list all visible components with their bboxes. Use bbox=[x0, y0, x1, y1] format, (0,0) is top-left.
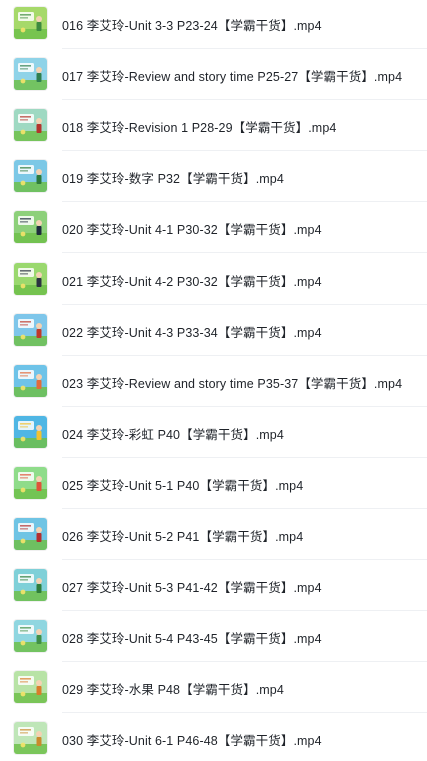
file-name: 018 李艾玲-Revision 1 P28-29【学霸干货】.mp4 bbox=[62, 121, 337, 136]
video-thumbnail-icon bbox=[14, 671, 47, 704]
video-thumbnail-icon bbox=[14, 569, 47, 602]
file-list-item[interactable]: 028 李艾玲-Unit 5-4 P43-45【学霸干货】.mp4 bbox=[0, 611, 427, 663]
file-name: 022 李艾玲-Unit 4-3 P33-34【学霸干货】.mp4 bbox=[62, 325, 322, 340]
file-name: 025 李艾玲-Unit 5-1 P40【学霸干货】.mp4 bbox=[62, 478, 304, 493]
file-name: 027 李艾玲-Unit 5-3 P41-42【学霸干货】.mp4 bbox=[62, 581, 322, 596]
file-name: 023 李艾玲-Review and story time P35-37【学霸干… bbox=[62, 376, 403, 391]
file-list: 016 李艾玲-Unit 3-3 P23-24【学霸干货】.mp4 017 李艾玲… bbox=[0, 0, 427, 761]
video-thumbnail-icon bbox=[14, 109, 47, 142]
file-name: 016 李艾玲-Unit 3-3 P23-24【学霸干货】.mp4 bbox=[62, 19, 322, 33]
file-name: 028 李艾玲-Unit 5-4 P43-45【学霸干货】.mp4 bbox=[62, 632, 322, 647]
file-list-item[interactable]: 025 李艾玲-Unit 5-1 P40【学霸干货】.mp4 bbox=[0, 458, 427, 509]
video-thumbnail-icon bbox=[14, 518, 47, 550]
video-thumbnail-icon bbox=[14, 58, 47, 91]
file-list-item[interactable]: 017 李艾玲-Review and story time P25-27【学霸干… bbox=[0, 49, 427, 101]
video-thumbnail-icon bbox=[14, 211, 47, 244]
video-thumbnail-icon bbox=[14, 722, 47, 755]
file-name: 024 李艾玲-彩虹 P40【学霸干货】.mp4 bbox=[62, 427, 284, 442]
video-thumbnail-icon bbox=[14, 160, 47, 193]
file-name: 026 李艾玲-Unit 5-2 P41【学霸干货】.mp4 bbox=[62, 530, 304, 544]
file-name: 030 李艾玲-Unit 6-1 P46-48【学霸干货】.mp4 bbox=[62, 734, 322, 749]
video-thumbnail-icon bbox=[14, 7, 47, 39]
video-thumbnail-icon bbox=[14, 620, 47, 653]
file-list-item[interactable]: 022 李艾玲-Unit 4-3 P33-34【学霸干货】.mp4 bbox=[0, 305, 427, 356]
file-list-item[interactable]: 026 李艾玲-Unit 5-2 P41【学霸干货】.mp4 bbox=[0, 509, 427, 560]
video-thumbnail-icon bbox=[14, 364, 47, 397]
file-list-item[interactable]: 030 李艾玲-Unit 6-1 P46-48【学霸干货】.mp4 bbox=[0, 713, 427, 761]
file-list-item[interactable]: 027 李艾玲-Unit 5-3 P41-42【学霸干货】.mp4 bbox=[0, 560, 427, 612]
file-list-item[interactable]: 018 李艾玲-Revision 1 P28-29【学霸干货】.mp4 bbox=[0, 100, 427, 152]
file-name: 017 李艾玲-Review and story time P25-27【学霸干… bbox=[62, 70, 403, 85]
file-name: 021 李艾玲-Unit 4-2 P30-32【学霸干货】.mp4 bbox=[62, 274, 322, 289]
file-name: 029 李艾玲-水果 P48【学霸干货】.mp4 bbox=[62, 683, 284, 698]
video-thumbnail-icon bbox=[14, 466, 47, 499]
file-list-item[interactable]: 024 李艾玲-彩虹 P40【学霸干货】.mp4 bbox=[0, 407, 427, 458]
file-list-item[interactable]: 021 李艾玲-Unit 4-2 P30-32【学霸干货】.mp4 bbox=[0, 254, 427, 305]
video-thumbnail-icon bbox=[14, 262, 47, 295]
file-list-item[interactable]: 020 李艾玲-Unit 4-1 P30-32【学霸干货】.mp4 bbox=[0, 202, 427, 254]
file-name: 019 李艾玲-数字 P32【学霸干货】.mp4 bbox=[62, 172, 284, 187]
file-list-item[interactable]: 019 李艾玲-数字 P32【学霸干货】.mp4 bbox=[0, 151, 427, 203]
video-thumbnail-icon bbox=[14, 415, 47, 448]
file-name: 020 李艾玲-Unit 4-1 P30-32【学霸干货】.mp4 bbox=[62, 223, 322, 238]
video-thumbnail-icon bbox=[14, 313, 47, 346]
file-list-item[interactable]: 016 李艾玲-Unit 3-3 P23-24【学霸干货】.mp4 bbox=[0, 0, 427, 49]
file-list-item[interactable]: 029 李艾玲-水果 P48【学霸干货】.mp4 bbox=[0, 662, 427, 714]
file-list-item[interactable]: 023 李艾玲-Review and story time P35-37【学霸干… bbox=[0, 356, 427, 407]
